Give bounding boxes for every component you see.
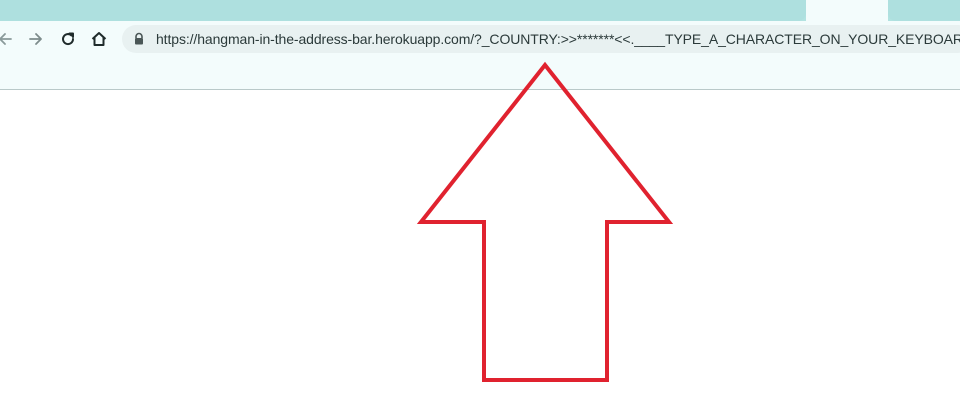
red-up-arrow-icon [416,61,674,382]
